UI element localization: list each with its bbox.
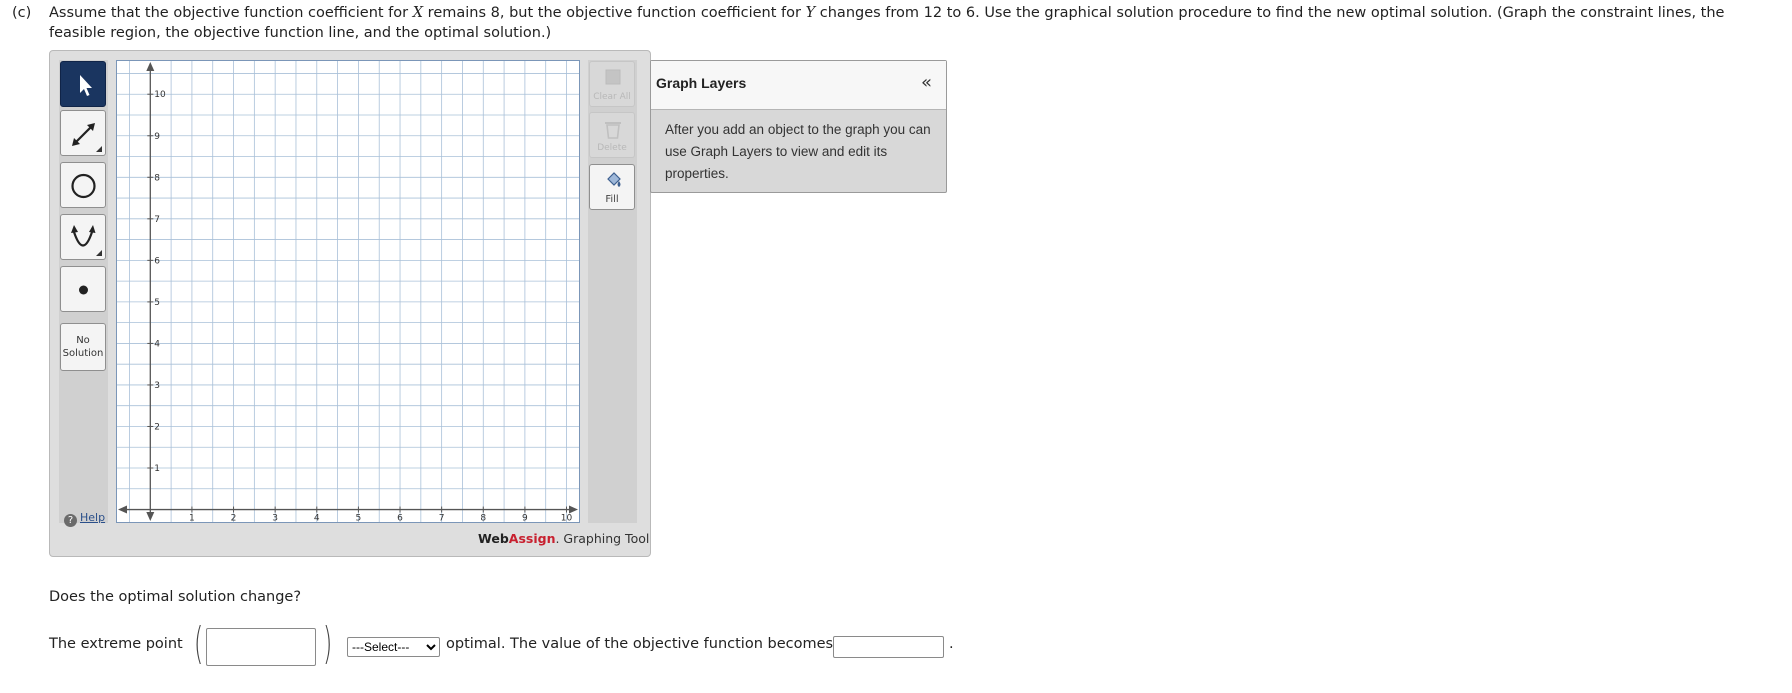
variable-x: X	[412, 5, 424, 21]
paint-bucket-icon	[607, 172, 621, 187]
y-tick-label: 9	[154, 132, 160, 142]
y-tick-label: 8	[154, 173, 160, 183]
x-tick-label: 6	[397, 514, 403, 522]
open-paren: (	[193, 618, 204, 669]
no-solution-label: No	[76, 335, 90, 346]
collapse-panel-icon[interactable]: «	[921, 72, 932, 93]
circle-icon	[71, 173, 96, 199]
variable-y: Y	[805, 5, 816, 21]
question-text-part: Assume that the objective function coeff…	[49, 5, 413, 21]
clear-all-icon	[605, 69, 621, 85]
submenu-indicator-icon	[96, 146, 102, 152]
question-label: (c)	[12, 5, 32, 21]
x-tick-label: 9	[522, 514, 528, 522]
graph-layers-title: Graph Layers	[656, 75, 747, 91]
delete-button[interactable]: Delete	[589, 112, 635, 158]
y-tick-label: 4	[154, 339, 160, 349]
graph-canvas[interactable]: 1 2 3 4 5 6 7 8 9 10 1 2 3 4 5 6 7 8 9 10	[116, 60, 580, 523]
brand-assign: Assign	[508, 531, 556, 546]
brand-web: Web	[478, 531, 509, 546]
point-tool-button[interactable]	[60, 266, 106, 312]
question-text-part: remains 8, but the objective function co…	[423, 5, 806, 21]
sentence-end: .	[949, 636, 954, 652]
graph-layers-panel: Graph Layers « After you add an object t…	[650, 60, 947, 193]
x-tick-label: 3	[272, 514, 278, 522]
graphing-tool: No Solution ? Help 1 2 3 4 5 6 7 8 9 10 1 2 3 4 5 6 7 8 9 10…	[49, 50, 651, 557]
y-tick-label: 1	[154, 464, 160, 474]
pointer-tool-button[interactable]	[60, 61, 106, 107]
clear-all-label: Clear All	[593, 92, 631, 102]
line-tool-button[interactable]	[60, 110, 106, 156]
arrow-pointer-icon	[80, 75, 92, 96]
y-tick-label: 10	[154, 90, 166, 100]
webassign-brand: WebAssign. Graphing Tool	[478, 531, 649, 546]
no-solution-button[interactable]: No Solution	[60, 323, 106, 371]
x-tick-label: 5	[356, 514, 362, 522]
y-tick-label: 5	[154, 298, 160, 308]
trash-icon	[605, 122, 621, 139]
extreme-point-label: The extreme point	[49, 636, 183, 652]
extreme-point-input[interactable]	[206, 628, 316, 666]
graph-layers-description: After you add an object to the graph you…	[665, 122, 931, 181]
x-tick-label: 2	[231, 514, 237, 522]
close-paren: )	[322, 618, 333, 669]
x-axis-arrow-left-icon	[118, 505, 127, 514]
point-icon	[79, 285, 88, 295]
answer-row: The extreme point ( ) ---Select--- optim…	[49, 622, 1049, 670]
help-icon: ?	[64, 514, 77, 527]
x-tick-label: 10	[561, 514, 573, 522]
brand-suffix: . Graphing Tool	[555, 531, 650, 546]
graph-layers-header: Graph Layers «	[651, 61, 946, 110]
objective-value-label: optimal. The value of the objective func…	[446, 636, 834, 652]
y-tick-label: 2	[154, 422, 160, 432]
fill-button[interactable]: Fill	[589, 164, 635, 210]
question-text: Assume that the objective function coeff…	[49, 3, 1784, 43]
optimal-status-select[interactable]: ---Select---	[347, 637, 440, 657]
help-link[interactable]: ? Help	[64, 511, 105, 527]
submenu-indicator-icon	[96, 250, 102, 256]
y-tick-label: 6	[154, 256, 160, 266]
tool-palette: No Solution ? Help	[59, 60, 108, 527]
graph-svg: 1 2 3 4 5 6 7 8 9 10 1 2 3 4 5 6 7 8 9 10	[117, 61, 579, 522]
y-tick-label: 3	[154, 381, 160, 391]
y-axis-arrow-up-icon	[146, 62, 155, 71]
clear-all-button[interactable]: Clear All	[589, 61, 635, 107]
y-axis-arrow-down-icon	[146, 512, 155, 521]
parabola-tool-button[interactable]	[60, 214, 106, 260]
x-tick-label: 1	[189, 514, 195, 522]
no-solution-label: Solution	[62, 348, 104, 359]
help-label: Help	[80, 511, 106, 524]
question-optimal-change: Does the optimal solution change?	[49, 589, 302, 605]
x-tick-label: 4	[314, 514, 320, 522]
fill-label: Fill	[605, 194, 619, 205]
objective-value-input[interactable]	[833, 636, 944, 658]
x-axis-arrow-right-icon	[569, 505, 578, 514]
x-tick-label: 8	[480, 514, 486, 522]
y-tick-label: 7	[154, 215, 160, 225]
graph-actions: Clear All Delete Fill	[588, 60, 637, 523]
circle-tool-button[interactable]	[60, 162, 106, 208]
delete-label: Delete	[597, 143, 627, 153]
x-tick-label: 7	[439, 514, 445, 522]
